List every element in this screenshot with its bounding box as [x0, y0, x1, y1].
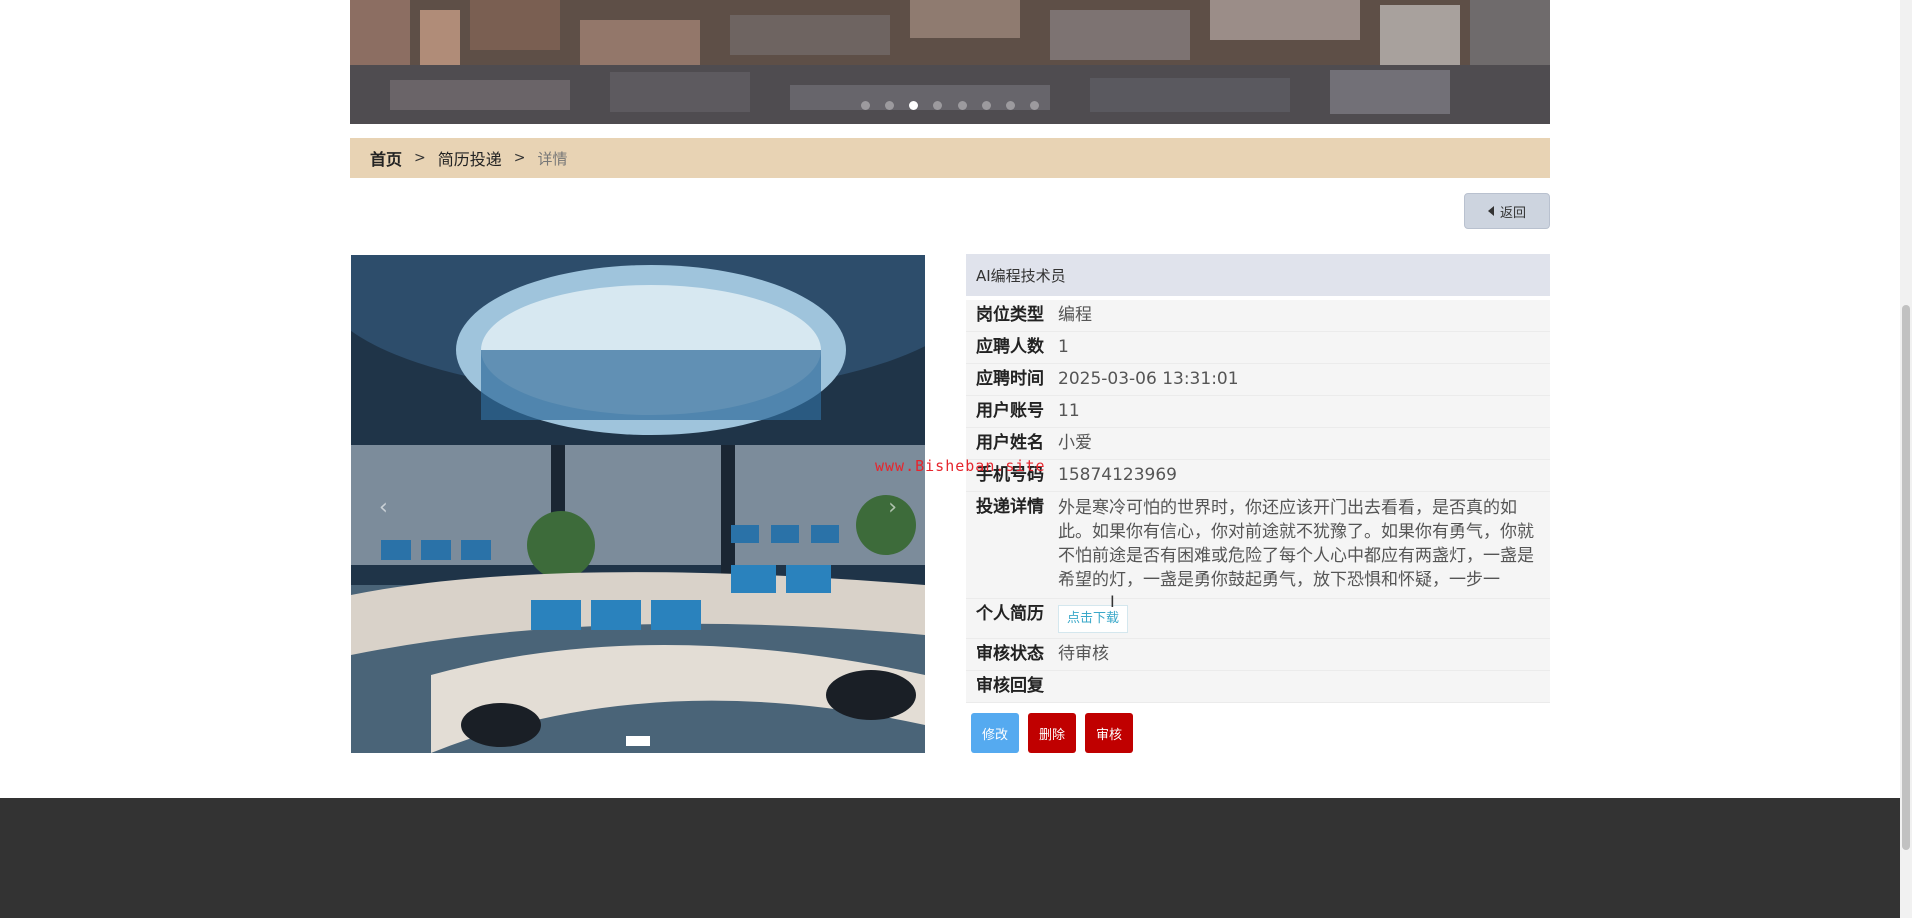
field-value: 11	[1058, 401, 1080, 421]
breadcrumb-separator: >	[513, 150, 526, 166]
footer	[0, 798, 1900, 918]
field-label: 审核回复	[976, 676, 1044, 696]
detail-panel: AI编程技术员 岗位类型 编程 应聘人数 1 应聘时间 2025-03-06 1…	[966, 254, 1550, 753]
application-details-text: 外是寒冷可怕的世界时，你还应该开门出去看看，是否真的如此。如果你有信心，你对前途…	[1058, 498, 1534, 590]
banner-dot[interactable]	[957, 101, 967, 110]
field-row: 审核回复	[966, 671, 1550, 703]
field-label: 审核状态	[976, 644, 1044, 664]
carousel-indicator[interactable]	[626, 736, 650, 746]
back-button-label: 返回	[1499, 205, 1526, 221]
page-scrollbar[interactable]	[1900, 0, 1912, 918]
resume-value: 点击下载	[1058, 599, 1550, 638]
scrollbar-thumb[interactable]	[1902, 305, 1910, 850]
field-row: 用户账号 11	[966, 396, 1550, 428]
field-label: 用户姓名	[976, 433, 1044, 453]
field-row: 审核状态 待审核	[966, 639, 1550, 671]
breadcrumb-section-link[interactable]: 简历投递	[438, 146, 502, 170]
banner-dot[interactable]	[885, 101, 895, 110]
audit-button[interactable]: 审核	[1085, 713, 1133, 753]
breadcrumb-home-link[interactable]: 首页	[370, 146, 402, 170]
action-buttons: 修改 删除 审核	[971, 713, 1550, 753]
banner-dot[interactable]	[933, 101, 943, 110]
banner-dot-active[interactable]	[909, 101, 919, 110]
edit-button[interactable]: 修改	[971, 713, 1019, 753]
job-image-carousel[interactable]: ‹ ›	[351, 255, 925, 753]
audit-reply-value	[1058, 671, 1550, 702]
text-cursor-icon: I	[1110, 592, 1115, 611]
download-resume-button[interactable]: 点击下载	[1058, 605, 1129, 633]
banner-dot[interactable]	[1029, 101, 1039, 110]
watermark-text: www.Bisheban.site	[875, 457, 1046, 475]
field-value: 小爱	[1058, 433, 1092, 453]
field-label: 应聘人数	[976, 337, 1044, 357]
field-row: 投递详情 外是寒冷可怕的世界时，你还应该开门出去看看，是否真的如此。如果你有信心…	[966, 492, 1550, 599]
field-label: 应聘时间	[976, 369, 1044, 389]
field-row: 个人简历 点击下载	[966, 599, 1550, 639]
caret-left-icon	[1487, 206, 1494, 216]
banner-dot[interactable]	[861, 101, 871, 110]
field-label: 用户账号	[976, 401, 1044, 421]
banner-carousel[interactable]	[350, 0, 1550, 124]
field-row: 手机号码 15874123969	[966, 460, 1550, 492]
breadcrumb-separator: >	[414, 150, 426, 166]
detail-fields: 岗位类型 编程 应聘人数 1 应聘时间 2025-03-06 13:31:01 …	[966, 300, 1550, 703]
delete-button[interactable]: 删除	[1028, 713, 1076, 753]
field-row: 应聘时间 2025-03-06 13:31:01	[966, 364, 1550, 396]
carousel-prev-icon[interactable]: ‹	[379, 495, 388, 520]
field-label: 投递详情	[976, 497, 1044, 517]
breadcrumb-current: 详情	[537, 149, 568, 168]
field-value: 1	[1058, 337, 1069, 357]
office-interior-image	[351, 255, 925, 753]
field-value: 编程	[1058, 305, 1092, 325]
field-row: 岗位类型 编程	[966, 300, 1550, 332]
banner-dots	[350, 95, 1550, 114]
field-label: 个人简历	[976, 604, 1044, 624]
banner-dot[interactable]	[1005, 101, 1015, 110]
field-value: 15874123969	[1058, 465, 1177, 485]
page: 首页 > 简历投递 > 详情 返回 ‹ › AI编程技术员 岗位类型 编程 应聘…	[0, 0, 1900, 918]
field-value: 2025-03-06 13:31:01	[1058, 369, 1239, 389]
breadcrumb: 首页 > 简历投递 > 详情	[350, 138, 1550, 178]
field-row: 应聘人数 1	[966, 332, 1550, 364]
field-label: 岗位类型	[976, 305, 1044, 325]
audit-status-value: 待审核	[1058, 644, 1109, 664]
field-row: 用户姓名 小爱	[966, 428, 1550, 460]
banner-dot[interactable]	[981, 101, 991, 110]
carousel-next-icon[interactable]: ›	[888, 495, 897, 520]
job-title: AI编程技术员	[966, 254, 1550, 296]
back-button[interactable]: 返回	[1464, 193, 1550, 229]
